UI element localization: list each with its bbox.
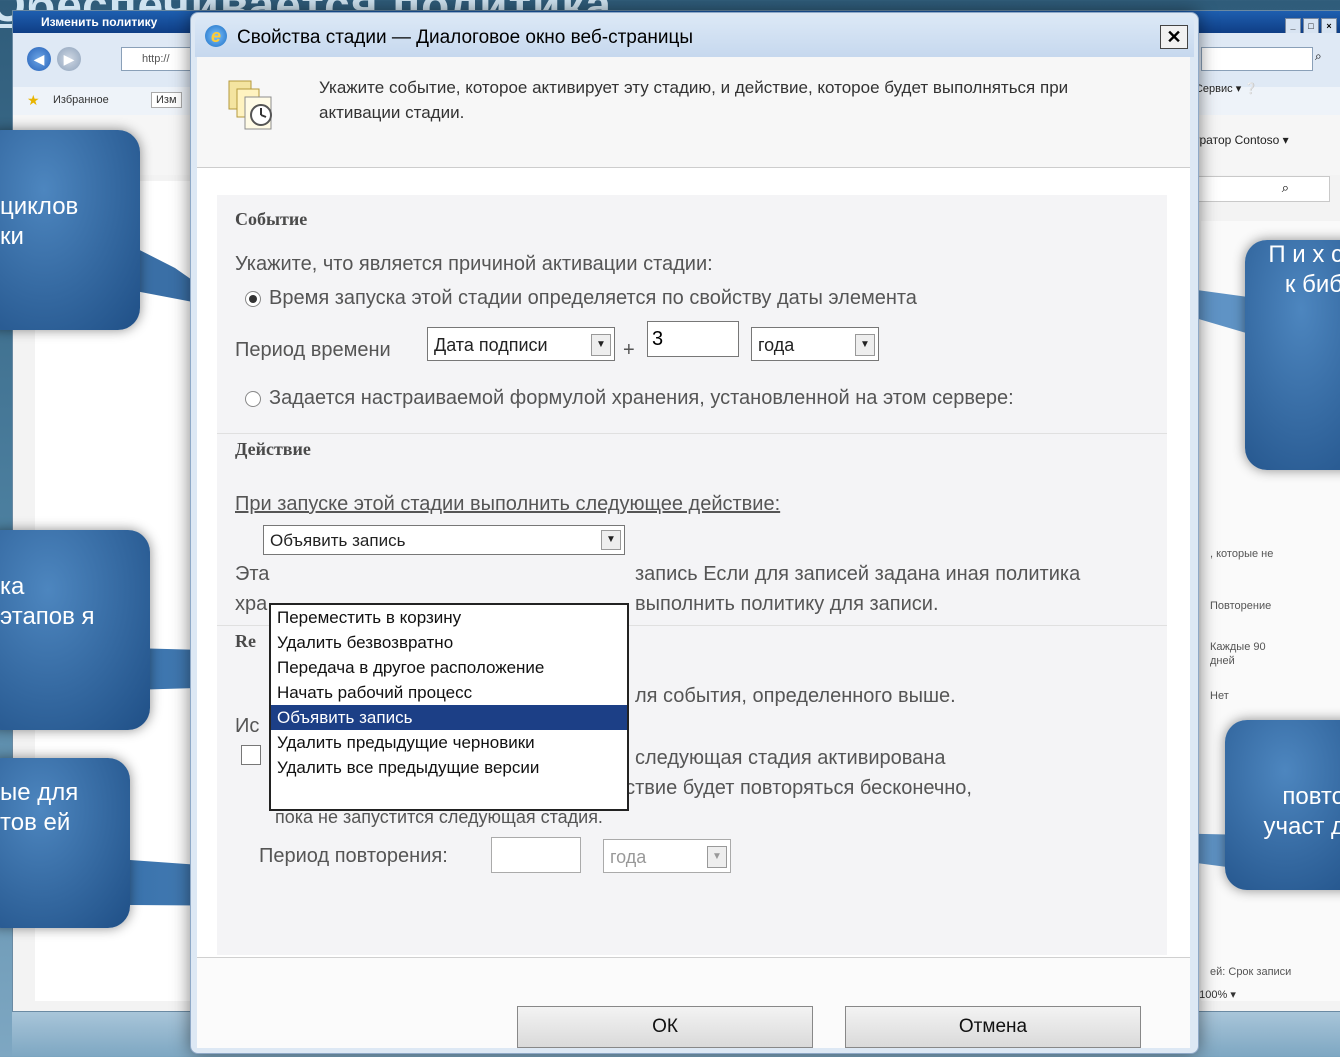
callout-storage: П и х с к биб bbox=[1245, 240, 1340, 470]
dropdown-option-selected[interactable]: Объявить запись bbox=[271, 705, 627, 730]
repeat-period-label: Период повторения: bbox=[259, 845, 448, 867]
dropdown-option[interactable]: Удалить все предыдущие версии bbox=[271, 755, 627, 780]
action-help-prefix2: хра bbox=[235, 593, 268, 615]
help-icon: ❔ bbox=[1244, 83, 1258, 95]
action-help-prefix1: Эта bbox=[235, 563, 270, 585]
radio-empty-icon[interactable] bbox=[245, 390, 261, 407]
right-note: , которые не bbox=[1210, 548, 1274, 560]
radio-selected-icon[interactable] bbox=[245, 290, 261, 307]
repeat-value-1: Каждые 90 дней bbox=[1210, 641, 1266, 667]
divider bbox=[217, 433, 1167, 434]
chevron-down-icon: ▼ bbox=[707, 846, 727, 868]
dropdown-option[interactable]: Начать рабочий процесс bbox=[271, 680, 627, 705]
period-label: Период времени bbox=[235, 339, 391, 361]
recurrence-heading: Re bbox=[235, 631, 256, 651]
close-icon[interactable]: × bbox=[1321, 18, 1337, 34]
period-unit-select[interactable]: года ▼ bbox=[751, 327, 879, 361]
dropdown-option[interactable]: Удалить безвозвратно bbox=[271, 630, 627, 655]
repeat-period-input[interactable] bbox=[491, 837, 581, 873]
dropdown-option[interactable]: Переместить в корзину bbox=[271, 605, 627, 630]
callout-records: ые для тов ей bbox=[0, 758, 130, 928]
site-search-input[interactable]: ⌕ bbox=[1188, 176, 1330, 202]
search-icon[interactable]: ⌕ bbox=[1315, 49, 1322, 64]
repeat-column-header: Повторение bbox=[1210, 600, 1272, 612]
action-select[interactable]: Объявить запись ▼ bbox=[263, 525, 625, 555]
search-icon: ⌕ bbox=[1281, 180, 1289, 195]
ie-icon: e bbox=[205, 25, 227, 47]
chevron-down-icon: ▼ bbox=[591, 334, 611, 356]
stage-icon bbox=[228, 80, 272, 130]
favorites-button[interactable]: Избранное bbox=[53, 94, 109, 106]
dropdown-option[interactable]: Удалить предыдущие черновики bbox=[271, 730, 627, 755]
action-prompt: При запуске этой стадии выполнить следую… bbox=[235, 493, 781, 515]
stage-properties-dialog: e Свойства стадии — Диалоговое окно веб-… bbox=[190, 12, 1199, 1054]
chevron-down-icon: ▼ bbox=[855, 334, 875, 356]
star-icon: ★ bbox=[27, 92, 40, 108]
favorite-tab[interactable]: Изм bbox=[151, 92, 182, 108]
back-icon[interactable]: ◀ bbox=[27, 47, 51, 71]
event-prompt: Укажите, что является причиной активации… bbox=[235, 253, 713, 275]
description-area: Укажите событие, которое активирует эту … bbox=[197, 57, 1190, 168]
close-button[interactable]: ✕ bbox=[1160, 25, 1188, 49]
dropdown-option[interactable]: Передача в другое расположение bbox=[271, 655, 627, 680]
repeat-value-2: Нет bbox=[1210, 690, 1229, 702]
plus-sign: + bbox=[623, 339, 635, 361]
forward-icon[interactable]: ▶ bbox=[57, 47, 81, 71]
repeat-unit-select[interactable]: года ▼ bbox=[603, 839, 731, 873]
action-heading: Действие bbox=[235, 439, 311, 459]
browser-title: Изменить политику bbox=[41, 15, 158, 29]
option-formula-radio[interactable]: Задается настраиваемой формулой хранения… bbox=[245, 387, 1014, 410]
callout-recurrence: повто участ д bbox=[1225, 720, 1340, 890]
recurrence-checkbox[interactable] bbox=[241, 745, 261, 765]
chevron-down-icon: ▼ bbox=[601, 530, 621, 550]
callout-lifecycle: циклов ки bbox=[0, 130, 140, 330]
action-help-suffix1: запись Если для записей задана иная поли… bbox=[635, 563, 1081, 585]
user-menu[interactable]: стратор Contoso ▾ bbox=[1188, 133, 1289, 147]
dialog-body: Укажите событие, которое активирует эту … bbox=[197, 57, 1190, 1048]
recurrence-checkbox-label: следующая стадия активирована bbox=[635, 747, 946, 769]
properties-panel: Событие Укажите, что является причиной а… bbox=[217, 195, 1167, 955]
ok-button[interactable]: ОК bbox=[517, 1006, 813, 1048]
recurrence-prefix: Ис bbox=[235, 715, 260, 737]
cancel-button[interactable]: Отмена bbox=[845, 1006, 1141, 1048]
date-field-select[interactable]: Дата подписи ▼ bbox=[427, 327, 615, 361]
search-box[interactable] bbox=[1201, 47, 1313, 71]
right-bottom-label: ей: Срок записи bbox=[1210, 966, 1292, 978]
recurrence-event-text: ля события, определенного выше. bbox=[635, 685, 956, 707]
maximize-icon[interactable]: □ bbox=[1303, 18, 1319, 34]
period-amount-input[interactable]: 3 bbox=[647, 321, 739, 357]
dialog-title: Свойства стадии — Диалоговое окно веб-ст… bbox=[237, 27, 694, 48]
event-heading: Событие bbox=[235, 209, 308, 229]
option-date-radio[interactable]: Время запуска этой стадии определяется п… bbox=[245, 287, 917, 310]
dialog-description: Укажите событие, которое активирует эту … bbox=[319, 78, 1069, 122]
callout-stages: ка этапов я bbox=[0, 530, 150, 730]
action-dropdown-list[interactable]: Переместить в корзину Удалить безвозврат… bbox=[269, 603, 629, 811]
minimize-icon[interactable]: _ bbox=[1285, 18, 1301, 34]
dialog-titlebar: e Свойства стадии — Диалоговое окно веб-… bbox=[195, 17, 1194, 57]
dialog-footer: ОК Отмена bbox=[197, 957, 1190, 1048]
action-help-suffix2: выполнить политику для записи. bbox=[635, 593, 939, 615]
